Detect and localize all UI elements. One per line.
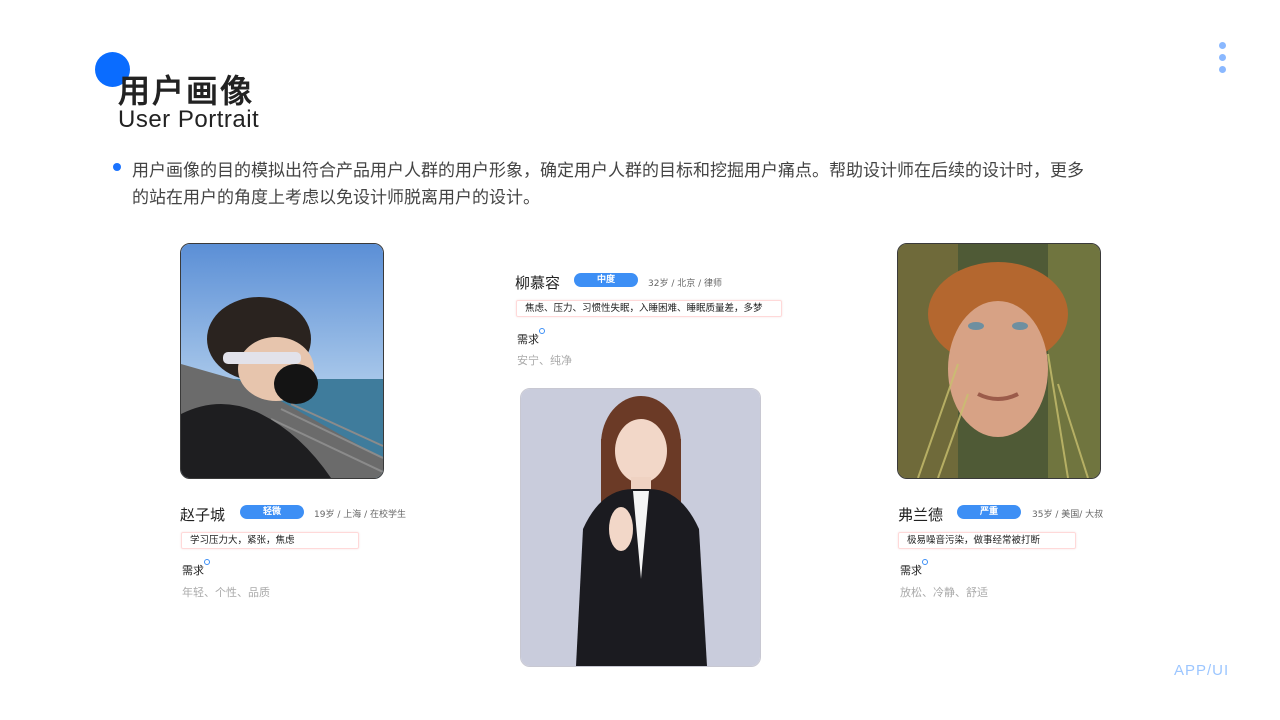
- more-options-icon[interactable]: [1219, 42, 1227, 78]
- persona-meta: 35岁 / 美国/ 大叔: [1032, 510, 1104, 520]
- description-text: 用户画像的目的模拟出符合产品用户人群的用户形象，确定用户人群的目标和挖掘用户痛点…: [132, 161, 1084, 208]
- persona-photo-liu: [520, 388, 761, 667]
- footer-label: APP/UI: [1174, 662, 1230, 679]
- need-value: 安宁、纯净: [517, 354, 572, 367]
- persona-tags: 极易噪音污染，做事经常被打断: [898, 532, 1076, 549]
- persona-tags: 焦虑、压力、习惯性失眠，入睡困难、睡眠质量差，多梦: [516, 300, 782, 317]
- severity-badge: 轻微: [240, 505, 304, 519]
- persona-name: 柳慕容: [515, 274, 561, 292]
- persona-photo-zhao: [180, 243, 384, 479]
- need-value: 放松、冷静、舒适: [900, 586, 988, 599]
- persona-meta: 32岁 / 北京 / 律师: [648, 279, 722, 289]
- need-value: 年轻、个性、品质: [182, 586, 270, 599]
- persona-name: 赵子城: [180, 506, 226, 524]
- persona-photo-fulande: [897, 243, 1101, 479]
- persona-name: 弗兰德: [898, 506, 944, 524]
- bullet-icon: [113, 163, 121, 171]
- need-label: 需求: [900, 559, 928, 577]
- need-label: 需求: [182, 559, 210, 577]
- severity-badge: 中度: [574, 273, 638, 287]
- persona-meta: 19岁 / 上海 / 在校学生: [314, 510, 406, 520]
- severity-badge: 严重: [957, 505, 1021, 519]
- persona-tags: 学习压力大，紧张，焦虑: [181, 532, 359, 549]
- page-subtitle: User Portrait: [118, 106, 260, 133]
- need-label: 需求: [517, 328, 545, 346]
